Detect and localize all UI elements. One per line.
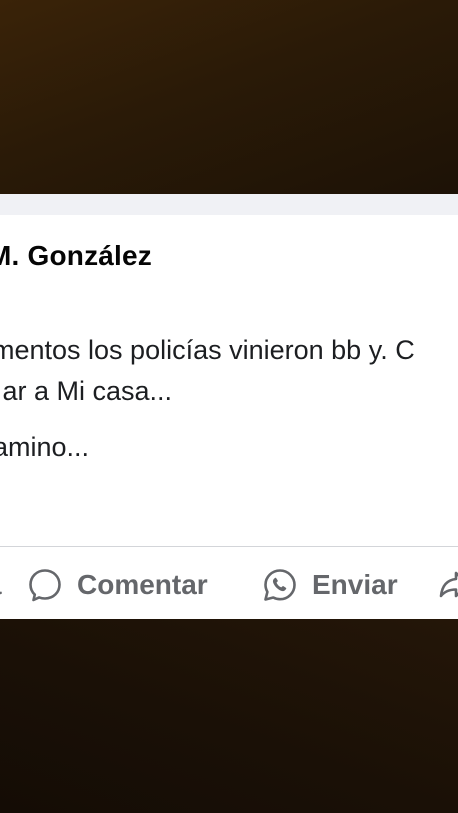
send-button[interactable]: Enviar [262, 565, 398, 605]
share-arrow-icon [438, 567, 458, 603]
share-button[interactable] [438, 565, 458, 605]
post-text-line: mentos los policías vinieron bb y. C [0, 335, 415, 365]
post-card: M. González mentos los policías vinieron… [0, 194, 458, 619]
post-text-line: amino... [0, 432, 90, 462]
like-button-label: a [0, 569, 2, 601]
background-bottom [0, 619, 458, 813]
whatsapp-icon [262, 567, 298, 603]
like-button[interactable]: a [0, 565, 2, 605]
send-button-label: Enviar [312, 569, 398, 600]
comment-bubble-icon [27, 567, 63, 603]
comment-button-label: Comentar [77, 569, 208, 600]
feed-separator [0, 194, 458, 215]
comment-button[interactable]: Comentar [27, 565, 208, 605]
post-text-line: r ar a Mi casa... [0, 376, 173, 406]
background-top [0, 0, 458, 194]
post-action-bar: a Comentar Enviar [0, 547, 458, 619]
post-author-name[interactable]: M. González [0, 240, 152, 272]
